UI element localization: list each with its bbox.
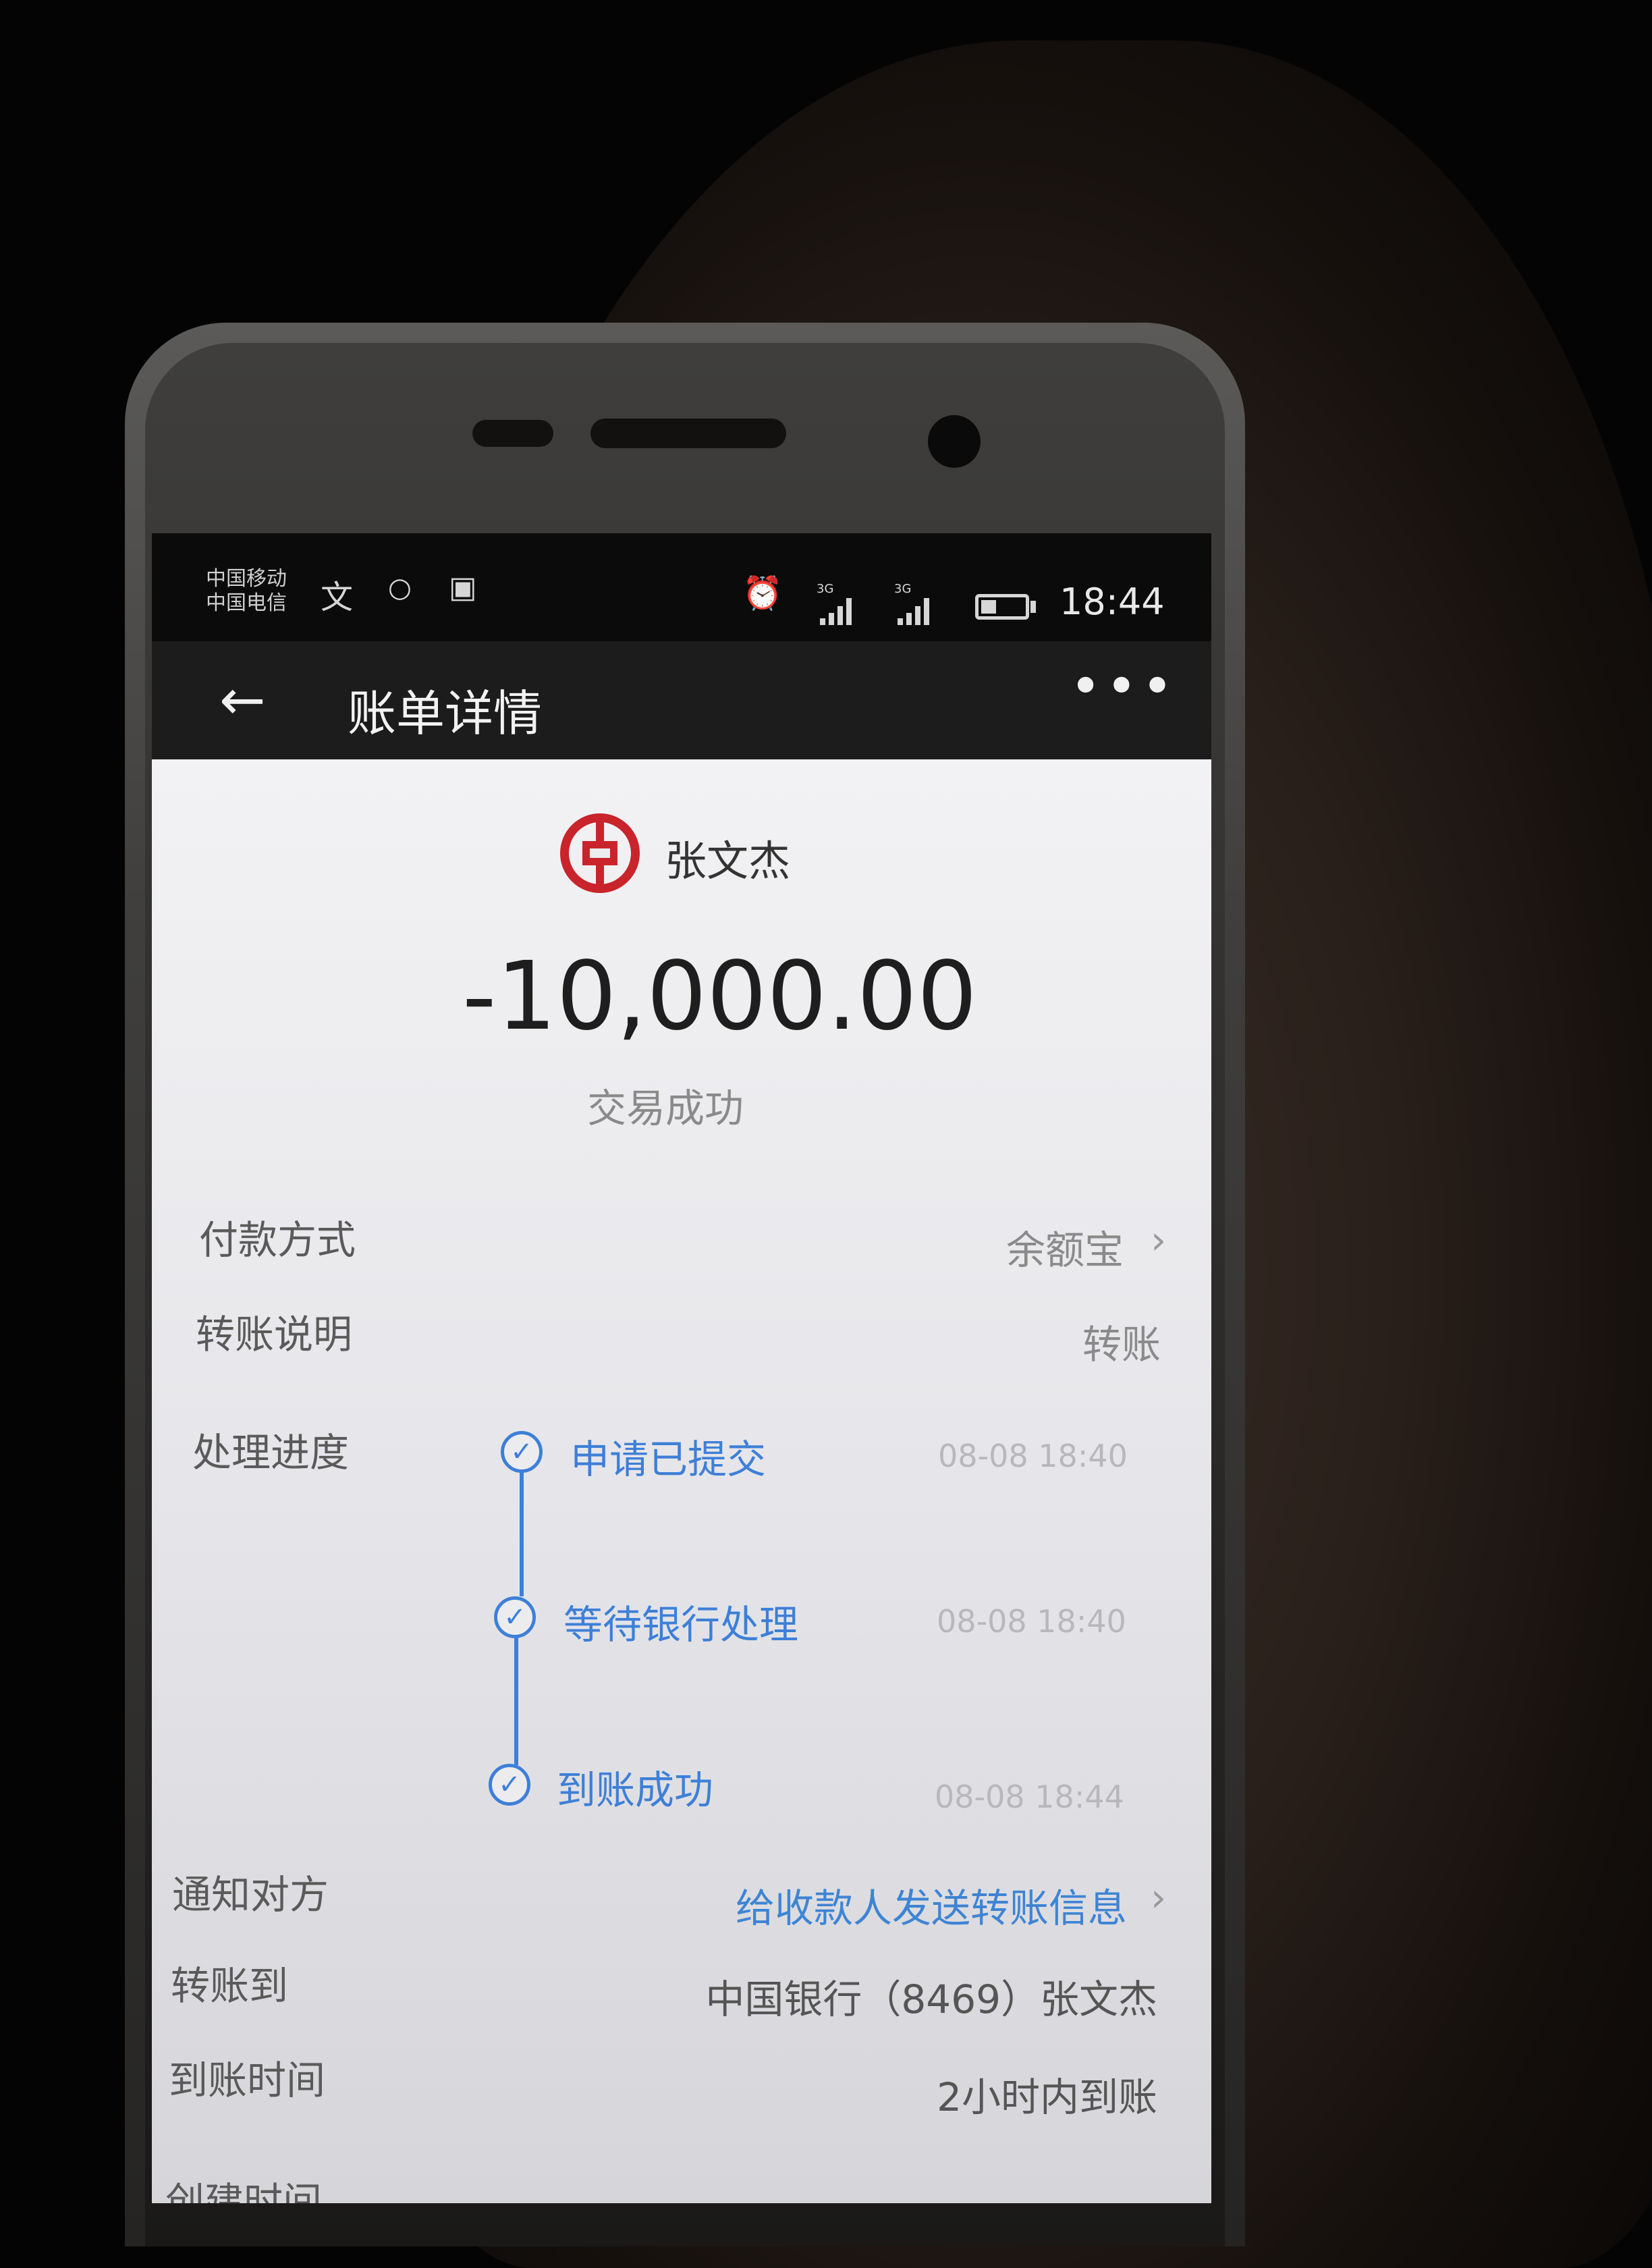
front-camera — [928, 415, 981, 468]
arrival-time-label: 到账时间 — [169, 2057, 326, 2103]
battery-tip — [1030, 601, 1036, 613]
battery-level — [981, 600, 996, 614]
page-title: 账单详情 — [348, 685, 543, 742]
transaction-status: 交易成功 — [587, 1085, 744, 1131]
battery-icon — [975, 594, 1029, 620]
payment-method-label: 付款方式 — [199, 1217, 356, 1263]
network-type-1: 3G — [817, 582, 834, 596]
transfer-to-label: 转账到 — [171, 1963, 289, 2009]
carrier-1: 中国移动 — [206, 567, 287, 591]
image-icon: ▣ — [449, 570, 477, 605]
proximity-sensor — [472, 420, 553, 447]
chevron-right-icon: › — [1151, 1874, 1167, 1920]
more-options-icon[interactable]: ••• — [1070, 655, 1178, 718]
signal-icon — [820, 595, 852, 625]
payment-method-value: 余额宝 — [1006, 1227, 1124, 1273]
carrier-2: 中国电信 — [206, 591, 287, 615]
nav-bar: ← 账单详情 ••• — [152, 641, 1211, 759]
arrival-time-value: 2小时内到账 — [937, 2074, 1157, 2120]
earpiece-speaker — [590, 418, 786, 448]
chevron-right-icon: › — [1151, 1217, 1167, 1263]
notify-label: 通知对方 — [172, 1872, 329, 1918]
check-circle-icon: ✓ — [494, 1596, 536, 1638]
progress-connector — [520, 1468, 524, 1596]
transfer-to-value: 中国银行（8469）张文杰 — [705, 1976, 1157, 2022]
bank-of-china-logo — [560, 813, 640, 893]
network-type-2: 3G — [894, 582, 912, 596]
transaction-amount: -10,000.00 — [462, 942, 978, 1052]
progress-step-label: 申请已提交 — [570, 1436, 767, 1482]
bill-detail-content: 张文杰 -10,000.00 交易成功 付款方式 余额宝 › 转账说明 转账 处… — [152, 759, 1211, 2203]
carrier-labels: 中国移动 中国电信 — [206, 567, 287, 616]
created-time-label: 创建时间 — [165, 2179, 323, 2203]
phone-screen: 中国移动 中国电信 文 ○ ▣ ⏰ 3G 3G 18:44 ← 账单详情 •••… — [152, 533, 1211, 2203]
transfer-note-label: 转账说明 — [196, 1312, 353, 1357]
status-bar: 中国移动 中国电信 文 ○ ▣ ⏰ 3G 3G 18:44 — [152, 533, 1211, 641]
progress-connector — [514, 1630, 518, 1765]
back-arrow-icon[interactable]: ← — [219, 668, 266, 732]
progress-step-time: 08-08 18:40 — [937, 1603, 1126, 1640]
progress-step-label: 到账成功 — [557, 1767, 714, 1813]
signal-icon-2 — [898, 595, 929, 625]
progress-step-time: 08-08 18:44 — [935, 1779, 1124, 1815]
alarm-icon: ⏰ — [742, 574, 783, 612]
check-circle-icon: ✓ — [501, 1431, 543, 1473]
notify-payee-value: 给收款人发送转账信息 — [735, 1885, 1127, 1931]
check-circle-icon: ✓ — [489, 1764, 530, 1806]
payee-name: 张文杰 — [665, 836, 791, 886]
progress-step-time: 08-08 18:40 — [938, 1438, 1128, 1474]
progress-step-label: 等待银行处理 — [563, 1602, 799, 1648]
progress-label: 处理进度 — [192, 1430, 350, 1476]
transfer-note-value: 转账 — [1082, 1322, 1161, 1368]
translate-icon: 文 — [321, 578, 354, 616]
chat-icon: ○ — [388, 572, 412, 603]
status-time: 18:44 — [1059, 580, 1165, 623]
